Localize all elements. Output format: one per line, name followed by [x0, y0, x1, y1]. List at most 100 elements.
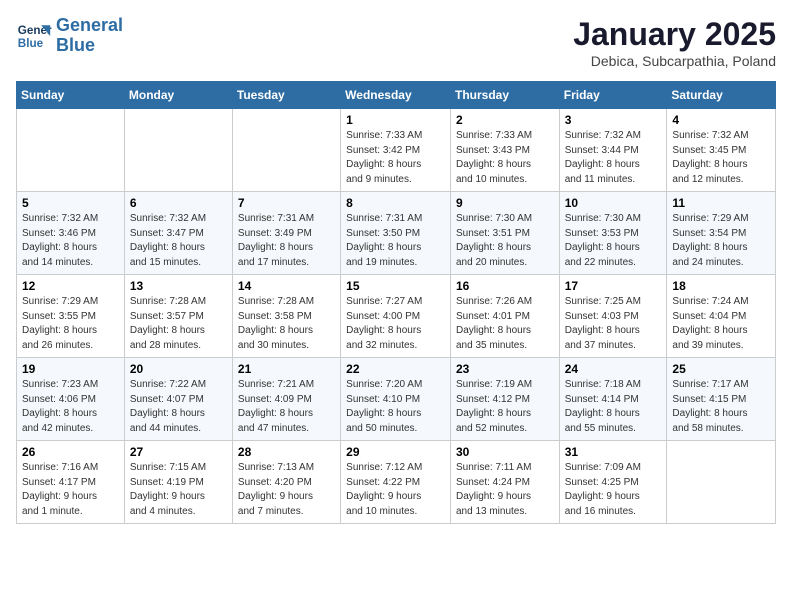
- day-info: Sunrise: 7:25 AM Sunset: 4:03 PM Dayligh…: [565, 295, 662, 353]
- month-title: January 2025: [573, 16, 776, 53]
- logo: General Blue General Blue: [16, 16, 123, 56]
- day-number: 14: [238, 279, 335, 293]
- day-cell: 15 Sunrise: 7:27 AM Sunset: 4:00 PM Dayli…: [341, 275, 451, 358]
- day-cell: 13 Sunrise: 7:28 AM Sunset: 3:57 PM Dayli…: [124, 275, 232, 358]
- day-cell: 6Sunrise: 7:32 AM Sunset: 3:47 PM Daylig…: [124, 192, 232, 275]
- day-info: Sunrise: 7:15 AM Sunset: 4:19 PM Dayligh…: [130, 461, 227, 519]
- day-info: Sunrise: 7:30 AM Sunset: 3:53 PM Dayligh…: [565, 212, 662, 270]
- day-info: Sunrise: 7:28 AM Sunset: 3:58 PM Dayligh…: [238, 295, 335, 353]
- day-cell: 27Sunrise: 7:15 AM Sunset: 4:19 PM Dayli…: [124, 441, 232, 524]
- day-number: 31: [565, 445, 662, 459]
- week-row-5: 26 Sunrise: 7:16 AM Sunset: 4:17 PM Dayli…: [17, 441, 776, 524]
- day-number: 8: [346, 196, 445, 210]
- day-cell: 1 Sunrise: 7:33 AM Sunset: 3:42 PM Daylig…: [341, 109, 451, 192]
- week-row-2: 5Sunrise: 7:32 AM Sunset: 3:46 PM Daylig…: [17, 192, 776, 275]
- day-info: Sunrise: 7:30 AM Sunset: 3:51 PM Dayligh…: [456, 212, 554, 270]
- day-info: Sunrise: 7:29 AM Sunset: 3:54 PM Dayligh…: [672, 212, 770, 270]
- day-cell: 2 Sunrise: 7:33 AM Sunset: 3:43 PM Daylig…: [450, 109, 559, 192]
- day-cell: [17, 109, 125, 192]
- logo-text-line2: Blue: [56, 36, 123, 56]
- day-number: 30: [456, 445, 554, 459]
- day-info: Sunrise: 7:20 AM Sunset: 4:10 PM Dayligh…: [346, 378, 445, 436]
- day-cell: 9Sunrise: 7:30 AM Sunset: 3:51 PM Daylig…: [450, 192, 559, 275]
- day-cell: 4 Sunrise: 7:32 AM Sunset: 3:45 PM Daylig…: [667, 109, 776, 192]
- day-number: 7: [238, 196, 335, 210]
- day-cell: 11Sunrise: 7:29 AM Sunset: 3:54 PM Dayli…: [667, 192, 776, 275]
- header-wednesday: Wednesday: [341, 82, 451, 109]
- header-thursday: Thursday: [450, 82, 559, 109]
- day-cell: 30 Sunrise: 7:11 AM Sunset: 4:24 PM Dayli…: [450, 441, 559, 524]
- logo-icon: General Blue: [16, 18, 52, 54]
- day-cell: 18 Sunrise: 7:24 AM Sunset: 4:04 PM Dayli…: [667, 275, 776, 358]
- day-cell: 5Sunrise: 7:32 AM Sunset: 3:46 PM Daylig…: [17, 192, 125, 275]
- day-info: Sunrise: 7:31 AM Sunset: 3:49 PM Dayligh…: [238, 212, 335, 270]
- location-subtitle: Debica, Subcarpathia, Poland: [573, 53, 776, 69]
- day-info: Sunrise: 7:24 AM Sunset: 4:04 PM Dayligh…: [672, 295, 770, 353]
- calendar-table: SundayMondayTuesdayWednesdayThursdayFrid…: [16, 81, 776, 524]
- day-info: Sunrise: 7:31 AM Sunset: 3:50 PM Dayligh…: [346, 212, 445, 270]
- day-info: Sunrise: 7:19 AM Sunset: 4:12 PM Dayligh…: [456, 378, 554, 436]
- day-number: 10: [565, 196, 662, 210]
- day-number: 4: [672, 113, 770, 127]
- day-cell: [232, 109, 340, 192]
- header-friday: Friday: [559, 82, 667, 109]
- day-number: 17: [565, 279, 662, 293]
- day-cell: 23Sunrise: 7:19 AM Sunset: 4:12 PM Dayli…: [450, 358, 559, 441]
- day-number: 15: [346, 279, 445, 293]
- day-info: Sunrise: 7:22 AM Sunset: 4:07 PM Dayligh…: [130, 378, 227, 436]
- day-cell: 10 Sunrise: 7:30 AM Sunset: 3:53 PM Dayli…: [559, 192, 667, 275]
- day-number: 18: [672, 279, 770, 293]
- day-cell: 29Sunrise: 7:12 AM Sunset: 4:22 PM Dayli…: [341, 441, 451, 524]
- day-number: 25: [672, 362, 770, 376]
- day-info: Sunrise: 7:09 AM Sunset: 4:25 PM Dayligh…: [565, 461, 662, 519]
- day-cell: 8 Sunrise: 7:31 AM Sunset: 3:50 PM Daylig…: [341, 192, 451, 275]
- day-info: Sunrise: 7:12 AM Sunset: 4:22 PM Dayligh…: [346, 461, 445, 519]
- day-number: 26: [22, 445, 119, 459]
- day-cell: 24 Sunrise: 7:18 AM Sunset: 4:14 PM Dayli…: [559, 358, 667, 441]
- day-cell: 17 Sunrise: 7:25 AM Sunset: 4:03 PM Dayli…: [559, 275, 667, 358]
- day-number: 24: [565, 362, 662, 376]
- day-info: Sunrise: 7:32 AM Sunset: 3:45 PM Dayligh…: [672, 129, 770, 187]
- week-row-3: 12Sunrise: 7:29 AM Sunset: 3:55 PM Dayli…: [17, 275, 776, 358]
- day-info: Sunrise: 7:32 AM Sunset: 3:44 PM Dayligh…: [565, 129, 662, 187]
- day-cell: 21 Sunrise: 7:21 AM Sunset: 4:09 PM Dayli…: [232, 358, 340, 441]
- day-info: Sunrise: 7:18 AM Sunset: 4:14 PM Dayligh…: [565, 378, 662, 436]
- header-saturday: Saturday: [667, 82, 776, 109]
- day-info: Sunrise: 7:23 AM Sunset: 4:06 PM Dayligh…: [22, 378, 119, 436]
- day-info: Sunrise: 7:17 AM Sunset: 4:15 PM Dayligh…: [672, 378, 770, 436]
- day-number: 12: [22, 279, 119, 293]
- day-number: 16: [456, 279, 554, 293]
- page-header: General Blue General Blue January 2025 D…: [16, 16, 776, 69]
- day-number: 20: [130, 362, 227, 376]
- logo-text-line1: General: [56, 16, 123, 36]
- day-cell: 7 Sunrise: 7:31 AM Sunset: 3:49 PM Daylig…: [232, 192, 340, 275]
- calendar-header-row: SundayMondayTuesdayWednesdayThursdayFrid…: [17, 82, 776, 109]
- day-cell: 14 Sunrise: 7:28 AM Sunset: 3:58 PM Dayli…: [232, 275, 340, 358]
- week-row-1: 1 Sunrise: 7:33 AM Sunset: 3:42 PM Daylig…: [17, 109, 776, 192]
- day-info: Sunrise: 7:33 AM Sunset: 3:43 PM Dayligh…: [456, 129, 554, 187]
- header-tuesday: Tuesday: [232, 82, 340, 109]
- day-info: Sunrise: 7:28 AM Sunset: 3:57 PM Dayligh…: [130, 295, 227, 353]
- day-number: 22: [346, 362, 445, 376]
- day-info: Sunrise: 7:32 AM Sunset: 3:47 PM Dayligh…: [130, 212, 227, 270]
- day-cell: 31 Sunrise: 7:09 AM Sunset: 4:25 PM Dayli…: [559, 441, 667, 524]
- day-number: 19: [22, 362, 119, 376]
- day-info: Sunrise: 7:13 AM Sunset: 4:20 PM Dayligh…: [238, 461, 335, 519]
- day-cell: 19 Sunrise: 7:23 AM Sunset: 4:06 PM Dayli…: [17, 358, 125, 441]
- day-cell: 22 Sunrise: 7:20 AM Sunset: 4:10 PM Dayli…: [341, 358, 451, 441]
- day-cell: 3Sunrise: 7:32 AM Sunset: 3:44 PM Daylig…: [559, 109, 667, 192]
- day-number: 21: [238, 362, 335, 376]
- day-number: 13: [130, 279, 227, 293]
- day-number: 1: [346, 113, 445, 127]
- day-number: 2: [456, 113, 554, 127]
- day-cell: 12Sunrise: 7:29 AM Sunset: 3:55 PM Dayli…: [17, 275, 125, 358]
- day-cell: [667, 441, 776, 524]
- day-info: Sunrise: 7:27 AM Sunset: 4:00 PM Dayligh…: [346, 295, 445, 353]
- day-info: Sunrise: 7:33 AM Sunset: 3:42 PM Dayligh…: [346, 129, 445, 187]
- header-sunday: Sunday: [17, 82, 125, 109]
- header-monday: Monday: [124, 82, 232, 109]
- day-info: Sunrise: 7:21 AM Sunset: 4:09 PM Dayligh…: [238, 378, 335, 436]
- day-number: 5: [22, 196, 119, 210]
- day-info: Sunrise: 7:11 AM Sunset: 4:24 PM Dayligh…: [456, 461, 554, 519]
- day-info: Sunrise: 7:16 AM Sunset: 4:17 PM Dayligh…: [22, 461, 119, 519]
